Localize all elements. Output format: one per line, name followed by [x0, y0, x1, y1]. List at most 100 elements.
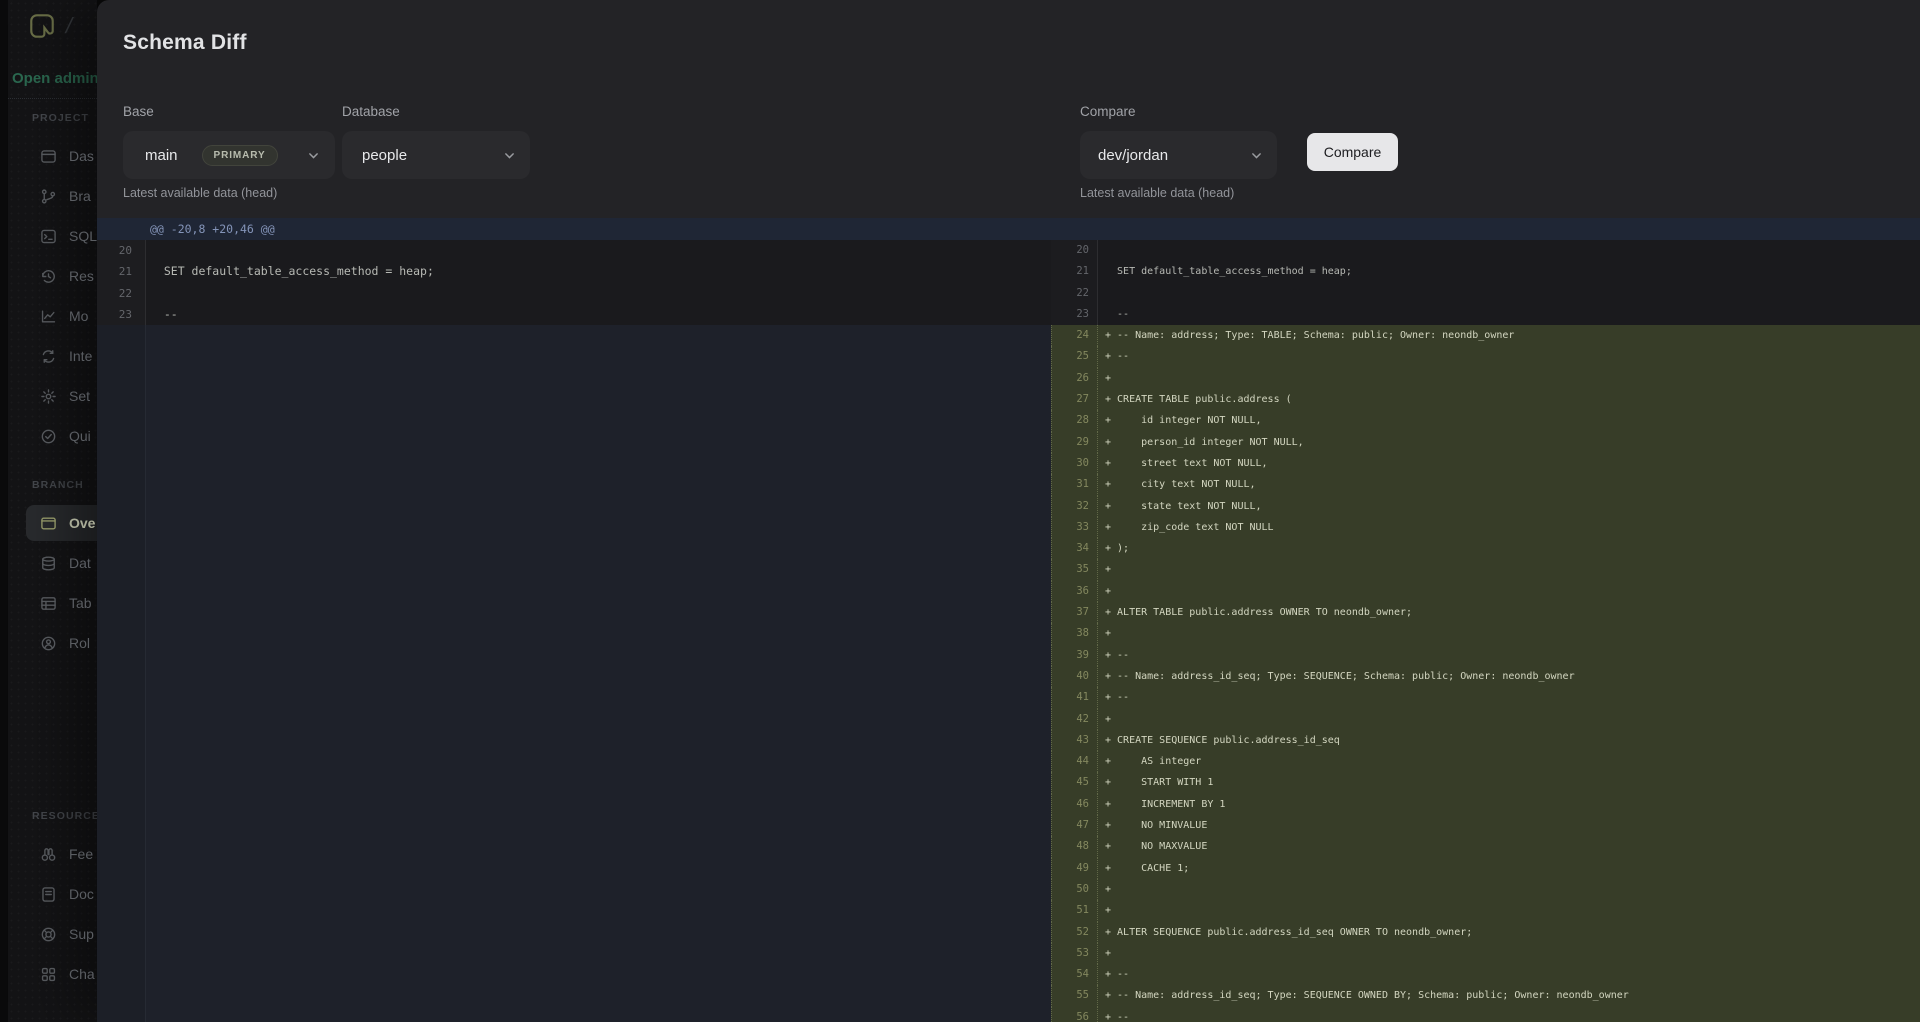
diff-line: 30+ street text NOT NULL, — [1051, 453, 1920, 474]
line-number: 49 — [1051, 858, 1098, 879]
diff-line: 54+ -- — [1051, 964, 1920, 985]
line-number: 23 — [1051, 304, 1098, 325]
sidebar-item-branches[interactable]: Bra — [8, 176, 97, 216]
sidebar-item-label: Tab — [69, 595, 92, 611]
line-content: + CREATE TABLE public.address ( — [1098, 389, 1920, 410]
line-content: + NO MINVALUE — [1098, 815, 1920, 836]
line-number: 34 — [1051, 538, 1098, 559]
open-admin-link[interactable]: Open admin — [12, 70, 97, 87]
line-content: + ALTER SEQUENCE public.address_id_seq O… — [1098, 922, 1920, 943]
sidebar-item-support[interactable]: Sup — [8, 914, 97, 954]
line-content — [146, 283, 1051, 304]
empty-diff-filler — [97, 325, 1051, 1022]
compare-hint: Latest available data (head) — [1080, 186, 1234, 200]
line-number: 45 — [1051, 772, 1098, 793]
diff-line: 24+ -- Name: address; Type: TABLE; Schem… — [1051, 325, 1920, 346]
line-number: 26 — [1051, 368, 1098, 389]
line-content: + -- — [1098, 346, 1920, 367]
sidebar-item-quickstart[interactable]: Qui — [8, 416, 97, 456]
line-number: 43 — [1051, 730, 1098, 751]
diff-line: 43+ CREATE SEQUENCE public.address_id_se… — [1051, 730, 1920, 751]
line-content: -- — [1098, 304, 1920, 325]
sidebar-item-tables[interactable]: Tab — [8, 583, 97, 623]
schema-diff-dialog: Schema Diff Base main PRIMARY Latest ava… — [97, 0, 1920, 1022]
compare-branch-value: dev/jordan — [1098, 147, 1168, 164]
quickstart-icon — [40, 428, 57, 445]
sidebar-item-databases[interactable]: Dat — [8, 543, 97, 583]
sql-editor-icon — [40, 228, 57, 245]
diff-line: 33+ zip_code text NOT NULL — [1051, 517, 1920, 538]
sidebar-item-dashboard[interactable]: Das — [8, 136, 97, 176]
line-content: SET default_table_access_method = heap; — [1098, 261, 1920, 282]
diff-line: 39+ -- — [1051, 645, 1920, 666]
line-number: 20 — [1051, 240, 1098, 261]
sidebar-item-changelog[interactable]: Cha — [8, 954, 97, 994]
sidebar-item-feedback[interactable]: Fee — [8, 834, 97, 874]
line-content: + — [1098, 623, 1920, 644]
base-label: Base — [123, 104, 154, 119]
diff-pane-base: 20 21 SET default_table_access_method = … — [97, 240, 1051, 1022]
compare-branch-select[interactable]: dev/jordan — [1080, 131, 1277, 179]
line-number: 53 — [1051, 943, 1098, 964]
compare-button[interactable]: Compare — [1307, 133, 1398, 171]
sidebar-item-overview[interactable]: Ove — [8, 503, 97, 543]
line-number: 46 — [1051, 794, 1098, 815]
diff-line: 20 — [97, 240, 1051, 261]
line-content: + -- Name: address; Type: TABLE; Schema:… — [1098, 325, 1920, 346]
base-branch-select[interactable]: main PRIMARY — [123, 131, 335, 179]
sidebar-section-project: PROJECTDasBraSQLResMoInteSetQui — [8, 106, 97, 456]
line-content: + NO MAXVALUE — [1098, 836, 1920, 857]
diff-line: 26+ — [1051, 368, 1920, 389]
filler-gutter — [97, 325, 146, 1022]
primary-badge: PRIMARY — [202, 145, 278, 166]
line-content: + — [1098, 368, 1920, 389]
roles-icon — [40, 635, 57, 652]
line-content: + INCREMENT BY 1 — [1098, 794, 1920, 815]
sidebar-item-sql-editor[interactable]: SQL — [8, 216, 97, 256]
logo-row: / — [27, 11, 72, 41]
schema-diff-viewer: @@ -20,8 +20,46 @@ 20 21 SET default_tab… — [97, 218, 1920, 1022]
database-select[interactable]: people — [342, 131, 530, 179]
sidebar-item-label: Rol — [69, 635, 90, 651]
line-content: + -- — [1098, 1007, 1920, 1022]
line-number: 42 — [1051, 709, 1098, 730]
line-number: 40 — [1051, 666, 1098, 687]
breadcrumb-separator: / — [63, 13, 75, 39]
line-number: 24 — [1051, 325, 1098, 346]
sidebar-item-roles[interactable]: Rol — [8, 623, 97, 663]
line-content: + street text NOT NULL, — [1098, 453, 1920, 474]
line-content: + START WITH 1 — [1098, 772, 1920, 793]
sidebar-item-integrations[interactable]: Inte — [8, 336, 97, 376]
sidebar-item-label: Doc — [69, 886, 94, 902]
line-content: + -- Name: address_id_seq; Type: SEQUENC… — [1098, 666, 1920, 687]
filler-body — [146, 325, 1051, 1022]
sidebar-item-monitoring[interactable]: Mo — [8, 296, 97, 336]
sidebar-item-docs[interactable]: Doc — [8, 874, 97, 914]
sidebar-item-settings[interactable]: Set — [8, 376, 97, 416]
support-icon — [40, 926, 57, 943]
database-value: people — [362, 147, 407, 164]
chevron-down-icon — [307, 149, 320, 162]
sidebar-item-label: Set — [69, 388, 90, 404]
sidebar-item-label: Fee — [69, 846, 93, 862]
app-window: / Open admin PROJECTDasBraSQLResMoInteSe… — [0, 0, 1920, 1022]
sidebar-item-restore[interactable]: Res — [8, 256, 97, 296]
line-content: + person_id integer NOT NULL, — [1098, 432, 1920, 453]
line-content: + -- Name: address_id_seq; Type: SEQUENC… — [1098, 985, 1920, 1006]
line-content: + CACHE 1; — [1098, 858, 1920, 879]
line-content: + ALTER TABLE public.address OWNER TO ne… — [1098, 602, 1920, 623]
neon-logo-icon[interactable] — [27, 11, 57, 41]
sidebar: / Open admin PROJECTDasBraSQLResMoInteSe… — [8, 0, 97, 1022]
line-number: 55 — [1051, 985, 1098, 1006]
chevron-down-icon — [1250, 149, 1263, 162]
sidebar-item-label: Ove — [69, 515, 95, 531]
hunk-header: @@ -20,8 +20,46 @@ — [97, 218, 1920, 240]
line-content: + zip_code text NOT NULL — [1098, 517, 1920, 538]
diff-line: 53+ — [1051, 943, 1920, 964]
line-number: 30 — [1051, 453, 1098, 474]
line-content: -- — [146, 304, 1051, 325]
sidebar-section-resource: RESOURCEFeeDocSupCha — [8, 804, 97, 994]
line-number: 35 — [1051, 559, 1098, 580]
diff-line: 28+ id integer NOT NULL, — [1051, 410, 1920, 431]
diff-line: 23 -- — [1051, 304, 1920, 325]
